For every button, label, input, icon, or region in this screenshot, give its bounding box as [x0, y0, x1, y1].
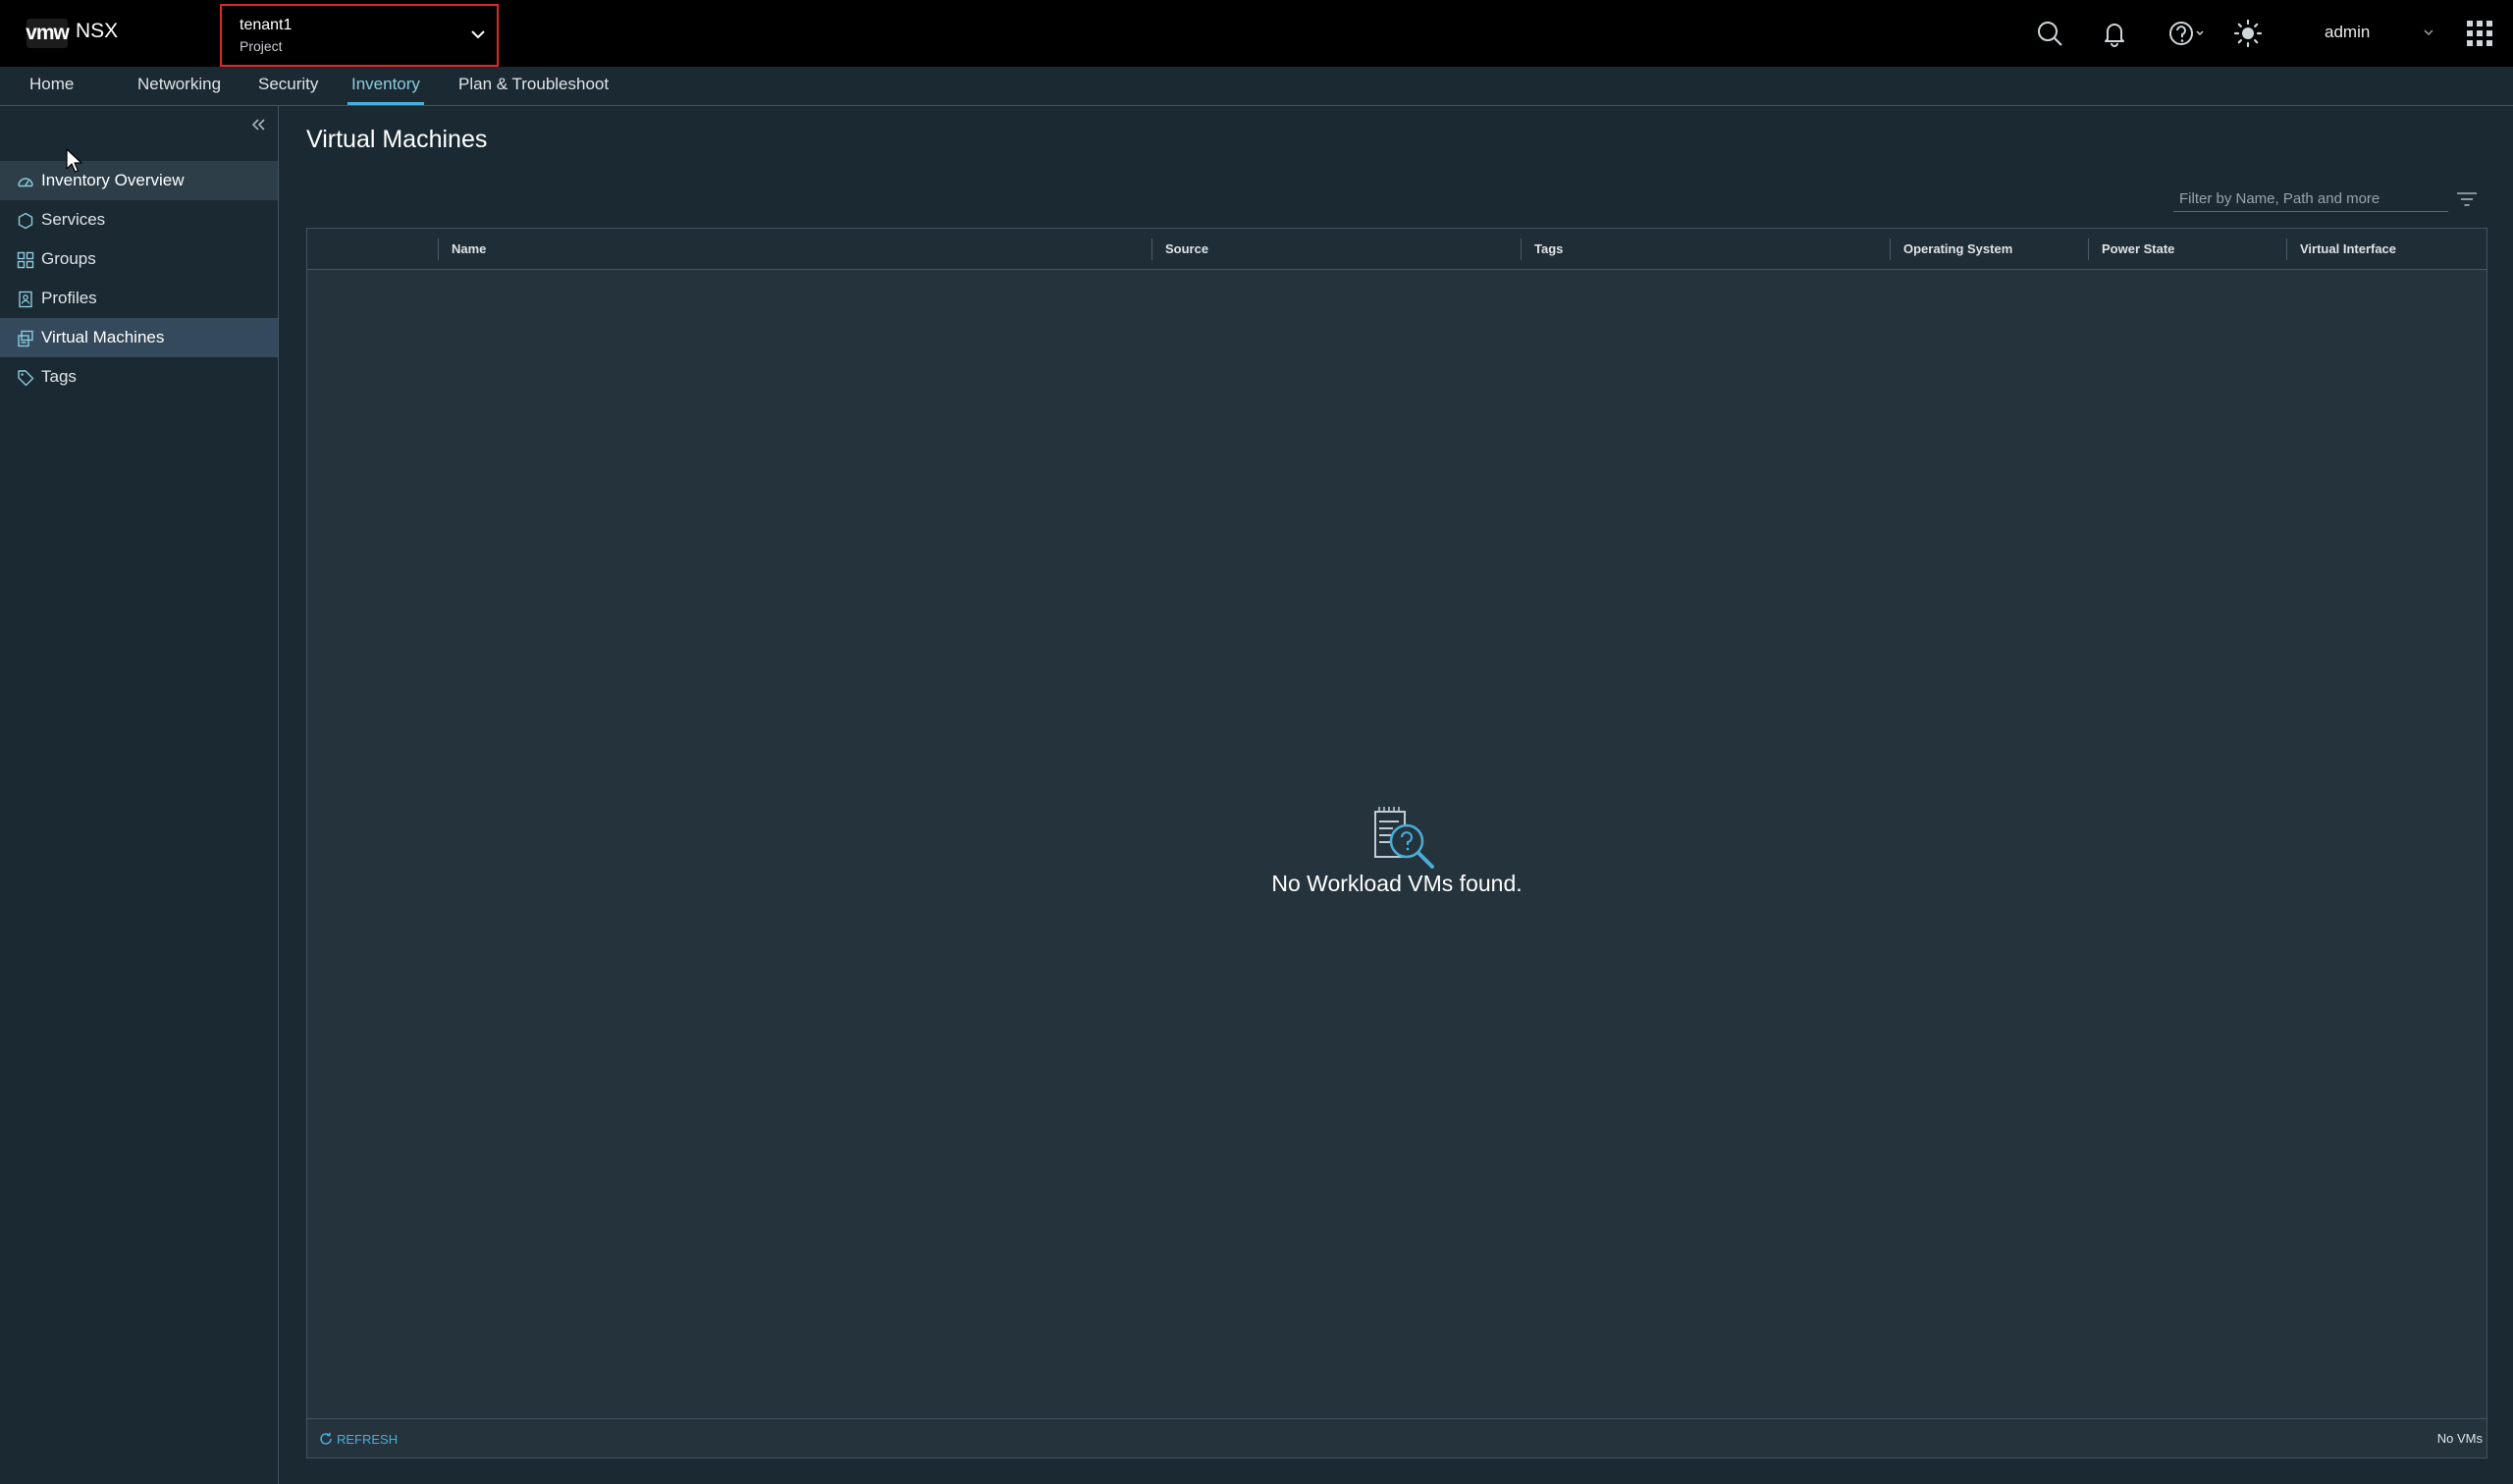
- sidebar-item-inventory-overview[interactable]: Inventory Overview: [0, 161, 278, 200]
- product-name: NSX: [76, 20, 119, 42]
- refresh-icon: [320, 1432, 332, 1445]
- groups-icon: [17, 251, 34, 269]
- chevron-down-icon: [471, 30, 485, 39]
- tag-icon: [18, 370, 34, 387]
- column-header-power-state[interactable]: Power State: [2089, 229, 2287, 269]
- sidebar-item-label: Tags: [41, 367, 77, 386]
- user-menu[interactable]: admin: [2325, 23, 2370, 42]
- column-header-os[interactable]: Operating System: [1891, 229, 2089, 269]
- mouse-cursor-icon: [66, 148, 82, 173]
- sidebar-item-tags[interactable]: Tags: [0, 357, 278, 397]
- project-selector[interactable]: tenant1 Project: [220, 4, 499, 67]
- sidebar-item-label: Inventory Overview: [41, 171, 185, 189]
- project-type: Project: [240, 38, 283, 54]
- tab-plan-troubleshoot[interactable]: Plan & Troubleshoot: [458, 67, 609, 105]
- column-header-tags[interactable]: Tags: [1522, 229, 1891, 269]
- chevron-down-icon[interactable]: [2423, 26, 2434, 38]
- grid-footer: REFRESH No VMs: [307, 1418, 2486, 1458]
- sidebar-item-label: Groups: [41, 249, 96, 268]
- theme-sun-icon[interactable]: [2232, 18, 2264, 49]
- sidebar-item-label: Virtual Machines: [41, 328, 165, 346]
- sidebar-item-groups[interactable]: Groups: [0, 239, 278, 279]
- sidebar-item-virtual-machines[interactable]: Virtual Machines: [0, 318, 278, 357]
- column-header-virtual-interface[interactable]: Virtual Interface: [2287, 229, 2486, 269]
- column-header-name[interactable]: Name: [439, 229, 1151, 269]
- apps-grid-icon[interactable]: [2464, 18, 2495, 49]
- collapse-sidebar-icon[interactable]: [249, 116, 267, 133]
- vmware-logo: vmw: [26, 19, 70, 48]
- sidebar-item-label: Profiles: [41, 289, 97, 307]
- sidebar-item-profiles[interactable]: Profiles: [0, 279, 278, 318]
- sidebar: Inventory Overview Services Groups Profi…: [0, 106, 279, 1484]
- filter-input[interactable]: [2173, 186, 2448, 212]
- tab-inventory[interactable]: Inventory: [348, 67, 424, 105]
- help-icon[interactable]: [2165, 18, 2207, 49]
- filter-icon[interactable]: [2456, 190, 2478, 208]
- column-header-source[interactable]: Source: [1152, 229, 1522, 269]
- refresh-button[interactable]: REFRESH: [319, 1429, 398, 1449]
- page-title: Virtual Machines: [306, 126, 488, 153]
- profiles-icon: [19, 291, 32, 308]
- dashboard-icon: [18, 178, 33, 187]
- tab-home[interactable]: Home: [29, 67, 74, 105]
- search-icon[interactable]: [2034, 18, 2065, 49]
- vm-icon: [18, 330, 33, 347]
- vm-datagrid: Name Source Tags Operating System Power …: [306, 228, 2487, 1458]
- main-nav: Home Networking Security Inventory Plan …: [0, 67, 2513, 106]
- sidebar-item-services[interactable]: Services: [0, 200, 278, 239]
- services-icon: [18, 212, 33, 230]
- sidebar-item-label: Services: [41, 210, 106, 229]
- tab-networking[interactable]: Networking: [137, 67, 221, 105]
- empty-state-message: No Workload VMs found.: [1271, 871, 1523, 896]
- refresh-label: REFRESH: [337, 1431, 399, 1447]
- grid-header: Name Source Tags Operating System Power …: [307, 229, 2486, 270]
- tab-security[interactable]: Security: [258, 67, 318, 105]
- project-name: tenant1: [240, 17, 293, 33]
- bell-icon[interactable]: [2099, 18, 2130, 49]
- empty-search-icon: [1374, 807, 1434, 869]
- vm-count: No VMs: [2436, 1431, 2483, 1446]
- app-header: vmw NSX tenant1 Project admin: [0, 0, 2513, 67]
